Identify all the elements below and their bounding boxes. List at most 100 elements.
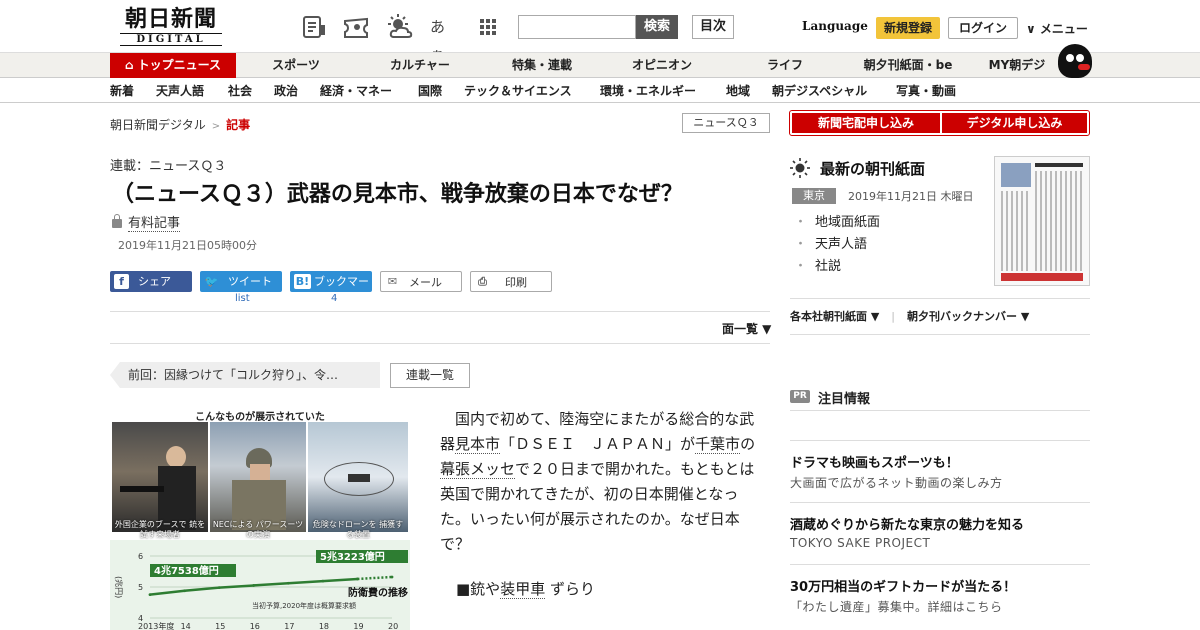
article-body: 国内で初めて、陸海空にまたがる総合的な武器見本市「ＤＳＥＩ ＪＡＰＡＮ」が千葉市…	[440, 407, 760, 557]
branch-editions-link[interactable]: 各本社朝刊紙面 ▼	[790, 310, 879, 323]
divider	[110, 343, 770, 344]
nav2-local[interactable]: 地域	[726, 79, 750, 103]
chart-x-tick: 14	[181, 622, 191, 630]
mascot-icon[interactable]	[1058, 44, 1092, 78]
chart-end-label: 5兆3223億円	[320, 550, 385, 563]
promo-headline[interactable]: 30万円相当のギフトカードが当たる！	[790, 576, 1016, 595]
keyword-link[interactable]: 見本市	[455, 435, 501, 454]
twitter-count[interactable]: list	[235, 293, 250, 304]
thumb-photo	[1001, 163, 1031, 187]
grid-menu-icon[interactable]	[474, 13, 502, 41]
photo-drone-catcher	[308, 422, 408, 532]
nav2-tenseijingo[interactable]: 天声人語	[156, 79, 204, 103]
nav2-society[interactable]: 社会	[228, 79, 252, 103]
nav2-special[interactable]: 朝デジスペシャル	[772, 79, 867, 103]
logo-kanji: 朝日新聞	[124, 6, 217, 32]
login-button[interactable]: ログイン	[948, 17, 1018, 39]
hatena-label: ブックマーク	[314, 275, 369, 309]
chart-x-tick: 2013年度	[138, 621, 174, 630]
edition-link[interactable]: ・地域面紙面	[794, 212, 880, 234]
site-header: 朝日新聞 DIGITAL あぁ 検索 目次 Language 新規登録 ログイン…	[0, 0, 1200, 64]
series-label[interactable]: 連載：ニュースＱ３	[110, 155, 226, 174]
pr-section-title: 注目情報	[818, 392, 871, 407]
edition-link[interactable]: ・天声人語	[794, 234, 880, 256]
search-button[interactable]: 検索	[636, 15, 678, 39]
region-badge: 東京	[792, 188, 836, 204]
article-figure[interactable]: こんなものが展示されていた 外国企業のブースで 銃を試す来場者 NECによる パ…	[110, 406, 410, 630]
promo-subtext[interactable]: 「わたし遺産」募集中。詳細はこちら	[790, 598, 1003, 615]
asahi-logo[interactable]: 朝日新聞 DIGITAL	[112, 7, 230, 47]
paid-badge[interactable]: 有料記事	[112, 212, 181, 232]
chart-line-estimate	[357, 575, 393, 581]
nav-features[interactable]: 特集・連載	[500, 53, 584, 78]
twitter-share-button[interactable]: 🐦 ツイート	[200, 271, 282, 292]
promo-headline[interactable]: 酒蔵めぐりから新たな東京の魅力を知る	[790, 514, 1024, 533]
newspaper-thumbnail[interactable]	[994, 156, 1090, 286]
caption-gun: 外国企業のブースで 銃を試す来場者	[114, 520, 206, 539]
page-list-toggle[interactable]: 面一覧 ▼	[722, 320, 771, 337]
chart-point	[356, 577, 359, 581]
nav-top-news[interactable]: ⌂ トップニュース	[110, 53, 236, 78]
divider	[790, 564, 1090, 565]
newspaper-icon[interactable]	[300, 13, 328, 41]
person-face	[250, 464, 270, 480]
nav-life[interactable]: ライフ	[746, 53, 824, 78]
edition-link-label: 社説	[815, 259, 842, 274]
back-numbers-link[interactable]: 朝夕刊バックナンバー ▼	[907, 310, 1029, 323]
mail-button[interactable]: ✉ メール	[380, 271, 462, 292]
font-size-icon[interactable]: あぁ	[430, 13, 458, 64]
hatena-icon: B!	[294, 274, 311, 289]
nav2-politics[interactable]: 政治	[274, 79, 298, 103]
nav2-new[interactable]: 新着	[110, 79, 134, 103]
latest-edition-title[interactable]: 最新の朝刊紙面	[820, 158, 925, 179]
keyword-link[interactable]: 千葉市	[695, 435, 741, 454]
nav-my-asadigi[interactable]: MY朝デジ	[980, 53, 1054, 78]
weather-icon[interactable]	[386, 13, 414, 41]
menu-button[interactable]: ∨ メニュー	[1026, 20, 1088, 37]
contents-button[interactable]: 目次	[692, 15, 734, 39]
pr-badge: PR	[790, 390, 810, 403]
nav-culture[interactable]: カルチャー	[378, 53, 462, 78]
mascot-eye	[1066, 54, 1074, 62]
language-link[interactable]: Language	[802, 19, 868, 33]
hatena-count[interactable]: 4	[331, 293, 337, 304]
promo-headline[interactable]: ドラマも映画もスポーツも！	[790, 452, 959, 471]
nav2-economy[interactable]: 経済・マネー	[320, 79, 392, 103]
keyword-link[interactable]: 装甲車	[500, 580, 546, 599]
register-button[interactable]: 新規登録	[876, 17, 940, 39]
previous-article-link[interactable]: 前回：因縁つけて「コルク狩り」、令…	[110, 362, 380, 388]
nav2-photo[interactable]: 写真・動画	[896, 79, 956, 103]
hatena-bookmark-button[interactable]: B! ブックマーク	[290, 271, 372, 309]
facebook-icon: f	[114, 274, 129, 289]
facebook-share-button[interactable]: f シェア	[110, 271, 192, 292]
nav2-tech[interactable]: テック＆サイエンス	[464, 79, 572, 103]
gun-shape	[120, 486, 164, 492]
chart-x-tick: 19	[353, 622, 363, 630]
nav-paper[interactable]: 朝夕刊紙面・be	[856, 53, 960, 78]
search-input[interactable]	[518, 15, 636, 39]
caption-drone: 危険なドローンを 捕獲する装置	[312, 520, 404, 539]
chart-start-label: 4兆7538億円	[154, 564, 219, 577]
paid-label: 有料記事	[128, 216, 181, 232]
nav2-international[interactable]: 国際	[418, 79, 442, 103]
edition-more-links: 各本社朝刊紙面 ▼ | 朝夕刊バックナンバー ▼	[790, 308, 1029, 324]
defense-budget-chart: 654 2013年度 14 15 16 17 18 19 20 (兆円) 4兆7538億円 5…	[110, 540, 410, 630]
print-label: 印刷	[505, 276, 527, 289]
edition-link[interactable]: ・社説	[794, 256, 880, 278]
nav-sports[interactable]: スポーツ	[256, 53, 336, 78]
divider	[790, 440, 1090, 441]
series-tag[interactable]: ニュースＱ３	[682, 113, 770, 133]
nav-opinion[interactable]: オピニオン	[620, 53, 704, 78]
breadcrumb-home[interactable]: 朝日新聞デジタル	[110, 118, 206, 132]
keyword-link[interactable]: 幕張メッセ	[440, 460, 516, 479]
promo-subtext[interactable]: 大画面で広がるネット動画の楽しみ方	[790, 474, 1003, 491]
series-list-button[interactable]: 連載一覧	[390, 363, 470, 388]
mascot-eye	[1076, 54, 1084, 62]
print-button[interactable]: ⎙ 印刷	[470, 271, 552, 292]
nav2-environment[interactable]: 環境・エネルギー	[600, 79, 696, 103]
home-icon: ⌂	[125, 58, 134, 72]
ticket-icon[interactable]	[342, 13, 370, 41]
promo-subtext[interactable]: TOKYO SAKE PROJECT	[790, 536, 930, 550]
subscribe-paper-button[interactable]: 新聞宅配申し込み	[792, 113, 940, 133]
subscribe-digital-button[interactable]: デジタル申し込み	[942, 113, 1087, 133]
